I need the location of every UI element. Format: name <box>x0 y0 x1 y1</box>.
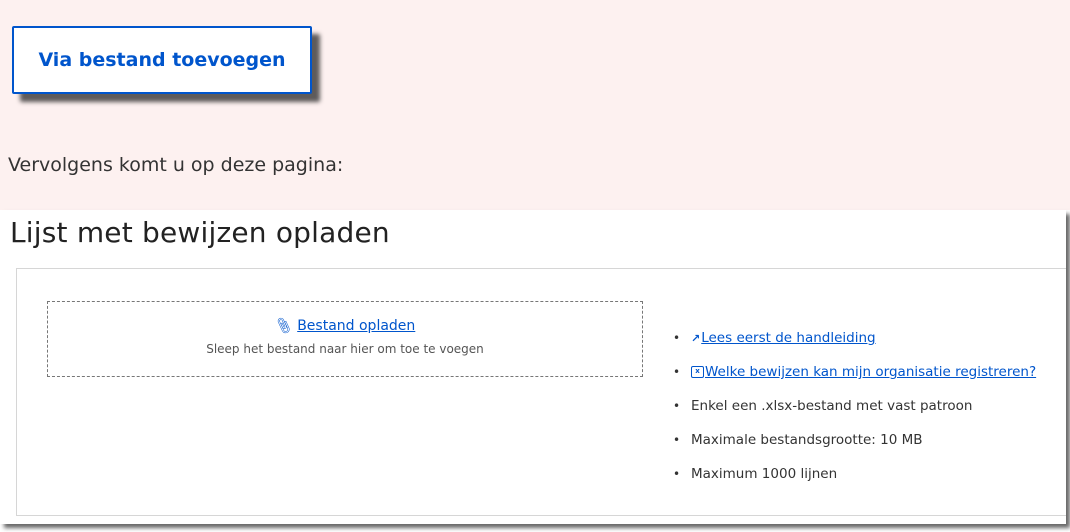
list-item-evidence: • x Welke bewijzen kan mijn organisatie … <box>673 355 1063 389</box>
page-title: Lijst met bewijzen opladen <box>10 216 390 249</box>
upload-card: 📎︎ Bestand opladen Sleep het bestand naa… <box>16 268 1066 516</box>
xlsx-file-icon: x <box>691 366 704 378</box>
list-item-manual: • ↗ Lees eerst de handleiding <box>673 321 1063 355</box>
list-item-lines: • Maximum 1000 lijnen <box>673 457 1063 491</box>
upload-page-screenshot: Lijst met bewijzen opladen 📎︎ Bestand op… <box>0 210 1066 524</box>
external-link-icon: ↗ <box>691 331 701 345</box>
size-rule: Maximale bestandsgrootte: 10 MB <box>691 432 923 448</box>
dropzone-hint: Sleep het bestand naar hier om toe te vo… <box>206 342 484 356</box>
upload-file-link[interactable]: Bestand opladen <box>297 318 415 334</box>
evidence-types-link[interactable]: Welke bewijzen kan mijn organisatie regi… <box>705 364 1036 380</box>
upload-link-row: 📎︎ Bestand opladen <box>48 316 642 336</box>
upload-info-list: • ↗ Lees eerst de handleiding • x Welke … <box>673 321 1063 491</box>
format-rule: Enkel een .xlsx-bestand met vast patroon <box>691 398 973 414</box>
bullet-icon: • <box>673 331 681 345</box>
bullet-icon: • <box>673 399 681 413</box>
bullet-icon: • <box>673 365 681 379</box>
bullet-icon: • <box>673 433 681 447</box>
manual-link[interactable]: Lees eerst de handleiding <box>701 330 875 346</box>
paperclip-icon: 📎︎ <box>272 316 294 336</box>
list-item-format: • Enkel een .xlsx-bestand met vast patro… <box>673 389 1063 423</box>
list-item-size: • Maximale bestandsgrootte: 10 MB <box>673 423 1063 457</box>
file-dropzone[interactable]: 📎︎ Bestand opladen Sleep het bestand naa… <box>47 301 643 377</box>
add-via-file-button[interactable]: Via bestand toevoegen <box>12 26 312 94</box>
bullet-icon: • <box>673 467 681 481</box>
lines-rule: Maximum 1000 lijnen <box>691 466 838 482</box>
instruction-text: Vervolgens komt u op deze pagina: <box>8 154 344 176</box>
